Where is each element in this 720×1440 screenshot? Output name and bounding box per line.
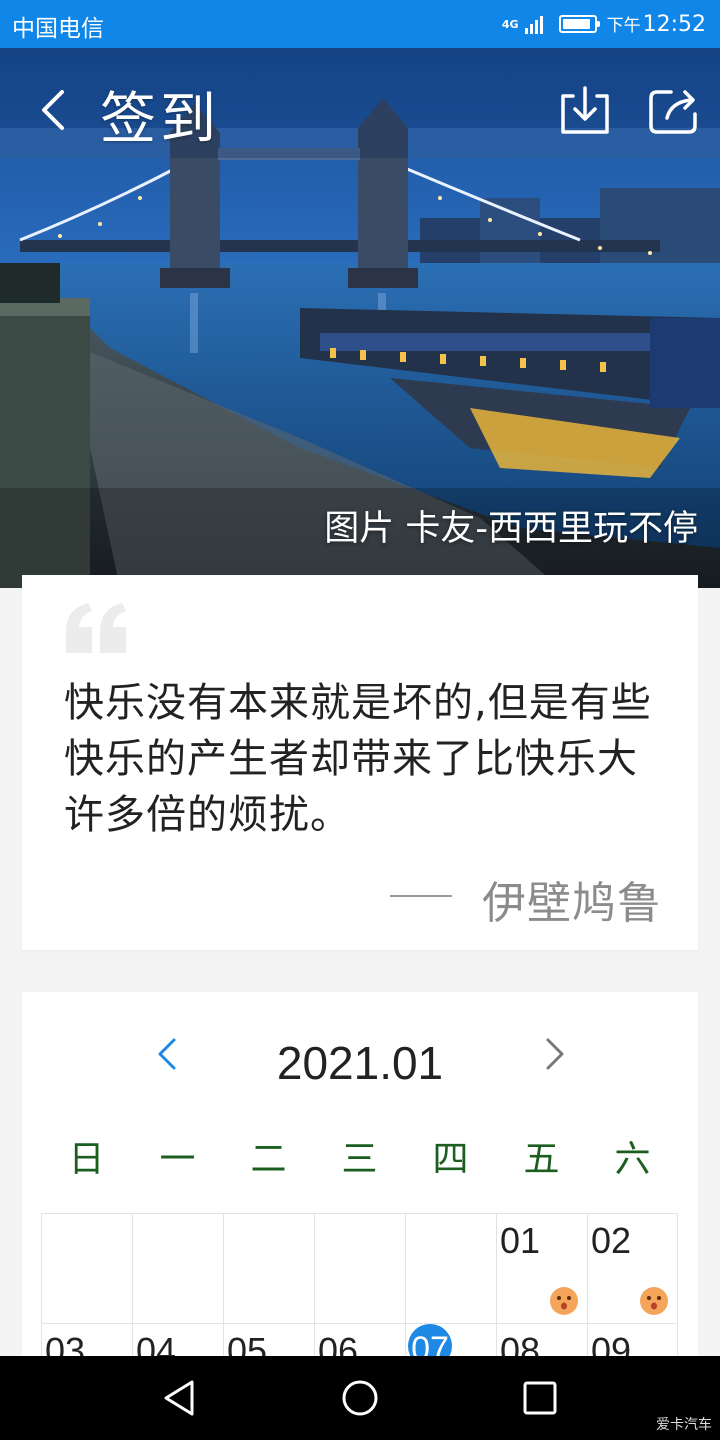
battery-icon: [558, 15, 600, 33]
square-recents-icon: [523, 1381, 557, 1415]
weekday-header: 日 一 二 三 四 五 六: [41, 1130, 678, 1182]
weekday-label: 五: [523, 1139, 560, 1180]
clock-ampm: 下午: [606, 16, 641, 36]
signal-icon: [524, 14, 543, 34]
weekday-label: 二: [250, 1139, 287, 1180]
quote-author: 伊壁鸠鲁: [482, 878, 662, 929]
quote-text: 快乐没有本来就是坏的,但是有些快乐的产生者却带来了比快乐大许多倍的烦扰。: [64, 680, 652, 838]
calendar-day-cell[interactable]: [132, 1214, 223, 1324]
download-icon: [561, 86, 609, 134]
weekday-label: 一: [159, 1139, 196, 1180]
nav-recents-button[interactable]: [520, 1378, 560, 1418]
nav-back-button[interactable]: [160, 1378, 200, 1418]
weekday-label: 四: [432, 1139, 469, 1180]
status-bar: 中国电信 4G 下午 12:52: [0, 0, 720, 48]
watermark: 爱卡汽车: [656, 1417, 712, 1433]
next-month-button[interactable]: [538, 1032, 572, 1076]
calendar-day-cell[interactable]: [314, 1214, 405, 1324]
network-type-label: 4G: [501, 17, 519, 31]
chevron-left-icon: [42, 90, 64, 130]
quote-card: 快乐没有本来就是坏的,但是有些快乐的产生者却带来了比快乐大许多倍的烦扰。 伊壁鸠…: [22, 575, 698, 950]
calendar-day-cell[interactable]: [223, 1214, 314, 1324]
carrier-label: 中国电信: [12, 16, 104, 42]
nav-home-button[interactable]: [340, 1378, 380, 1418]
weekday-label: 三: [341, 1139, 378, 1180]
day-number: 01: [500, 1220, 541, 1261]
calendar-day-cell[interactable]: 01: [496, 1214, 587, 1324]
weekday-label: 六: [614, 1139, 651, 1180]
share-icon: [649, 90, 697, 134]
calendar-month-title: 2021.01: [276, 1037, 444, 1089]
checked-in-emoji-icon: [640, 1287, 668, 1315]
chevron-right-icon: [546, 1038, 564, 1070]
battery-level-fill: [562, 19, 590, 29]
checked-in-emoji-icon: [550, 1287, 578, 1315]
circle-home-icon: [342, 1380, 378, 1416]
clock-time: 12:52: [642, 12, 706, 37]
calendar-day-cell[interactable]: [405, 1214, 496, 1324]
page-title: 签到: [100, 87, 220, 152]
system-nav-bar: 爱卡汽车: [0, 1356, 720, 1440]
clock: 下午 12:52: [607, 11, 706, 37]
status-indicators: 4G 下午 12:52: [502, 8, 706, 40]
checkin-screen: 中国电信 4G 下午 12:52 签到 图片 卡友-西西里玩不停 快乐没有本来就…: [0, 0, 720, 1440]
calendar-day-cell[interactable]: 02: [587, 1214, 678, 1324]
calendar-day-cell[interactable]: [41, 1214, 132, 1324]
back-button[interactable]: [30, 84, 78, 136]
share-button[interactable]: [645, 84, 705, 140]
calendar-week-row: 01 02: [41, 1213, 678, 1324]
quote-mark-icon: [66, 603, 126, 653]
day-number: 02: [591, 1220, 632, 1261]
download-button[interactable]: [555, 84, 615, 140]
photo-credit: 图片 卡友-西西里玩不停: [324, 509, 698, 549]
triangle-back-icon: [164, 1380, 194, 1416]
header-bar: 签到: [0, 48, 720, 178]
author-dash: [390, 895, 452, 897]
weekday-label: 日: [68, 1139, 105, 1180]
